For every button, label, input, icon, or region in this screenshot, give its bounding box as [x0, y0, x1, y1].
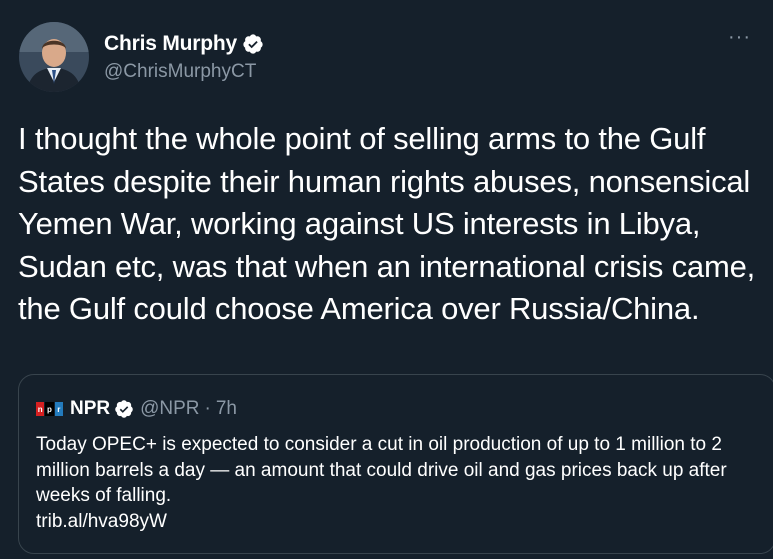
quoted-verified-badge-icon	[115, 400, 133, 418]
tweet-card: Chris Murphy @ChrisMurphyCT ··· I though…	[0, 0, 773, 559]
avatar[interactable]	[19, 22, 89, 92]
author-handle[interactable]: @ChrisMurphyCT	[104, 61, 264, 83]
tweet-header: Chris Murphy @ChrisMurphyCT	[19, 22, 264, 92]
quoted-tweet-header: n p r NPR @NPR · 7h	[36, 397, 237, 421]
quoted-tweet[interactable]: n p r NPR @NPR · 7h Today OPEC+ is expec…	[18, 374, 773, 554]
quoted-tweet-text: Today OPEC+ is expected to consider a cu…	[36, 434, 727, 506]
quoted-timestamp[interactable]: 7h	[216, 398, 237, 420]
quoted-handle: @NPR	[140, 398, 200, 419]
verified-badge-icon	[243, 34, 263, 54]
tweet-text: I thought the whole point of selling arm…	[18, 121, 756, 326]
quoted-tweet-link[interactable]: trib.al/hva98yW	[36, 509, 746, 535]
npr-logo-p: p	[45, 402, 54, 416]
quoted-separator: ·	[204, 398, 211, 419]
display-name-row: Chris Murphy	[104, 31, 264, 57]
npr-logo-r: r	[54, 402, 63, 416]
quoted-display-name: NPR	[70, 398, 111, 419]
author-display-name[interactable]: Chris Murphy	[104, 32, 237, 56]
npr-logo-n: n	[36, 402, 45, 416]
more-options-icon[interactable]: ···	[728, 27, 751, 47]
author-names: Chris Murphy @ChrisMurphyCT	[104, 31, 264, 83]
npr-logo-icon: n p r	[36, 402, 64, 416]
quoted-tweet-text-block: Today OPEC+ is expected to consider a cu…	[36, 432, 746, 534]
avatar-image	[19, 22, 89, 92]
